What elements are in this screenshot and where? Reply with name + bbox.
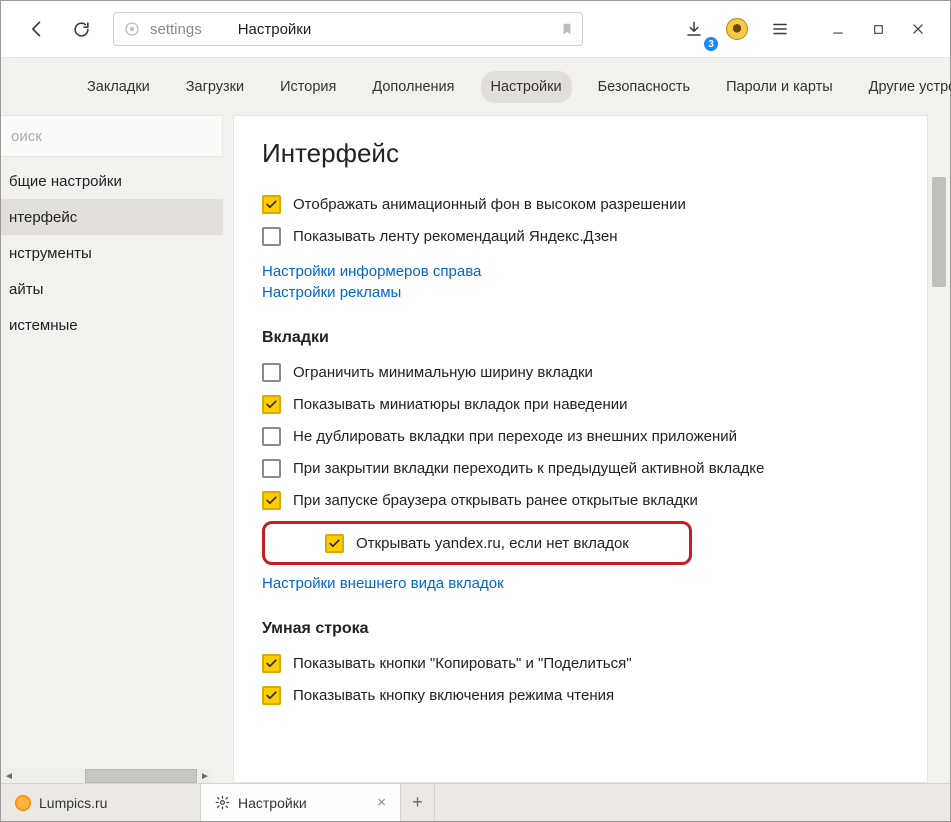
sidebar-item-1[interactable]: нтерфейс — [1, 199, 223, 235]
checkbox[interactable] — [262, 195, 281, 214]
option-row: Ограничить минимальную ширину вкладки — [262, 357, 899, 387]
sidebar-h-scrollbar[interactable]: ◄ ► — [1, 769, 213, 783]
option-row: Показывать миниатюры вкладок при наведен… — [262, 389, 899, 419]
sidebar-item-0[interactable]: бщие настройки — [1, 163, 223, 199]
tabs-section-heading: Вкладки — [262, 329, 899, 347]
option-label: Ограничить минимальную ширину вкладки — [293, 364, 593, 381]
tab-label: Lumpics.ru — [39, 795, 107, 811]
settings-panel-wrap: Интерфейс Отображать анимационный фон в … — [223, 115, 950, 783]
checkbox[interactable] — [262, 427, 281, 446]
favicon-icon — [15, 795, 31, 811]
yandex-icon — [124, 21, 140, 37]
option-row: Показывать ленту рекомендаций Яндекс.Дзе… — [262, 221, 899, 251]
checkbox[interactable] — [262, 654, 281, 673]
checkbox[interactable] — [262, 686, 281, 705]
tab-label: Настройки — [238, 795, 307, 811]
panel-heading: Интерфейс — [262, 138, 899, 169]
checkbox[interactable] — [262, 395, 281, 414]
window-close[interactable] — [898, 11, 938, 47]
downloads-badge: 3 — [704, 37, 718, 51]
new-tab-button[interactable]: + — [401, 784, 435, 821]
window-maximize[interactable] — [858, 11, 898, 47]
sidebar-item-4[interactable]: истемные — [1, 307, 223, 343]
nav-0[interactable]: Закладки — [77, 71, 160, 103]
informers-link[interactable]: Настройки информеров справа — [262, 263, 899, 280]
nav-4[interactable]: Настройки — [481, 71, 572, 103]
option-label: Показывать ленту рекомендаций Яндекс.Дзе… — [293, 228, 618, 245]
nav-3[interactable]: Дополнения — [362, 71, 464, 103]
option-row: Отображать анимационный фон в высоком ра… — [262, 189, 899, 219]
option-label: Не дублировать вкладки при переходе из в… — [293, 428, 737, 445]
checkbox[interactable] — [262, 227, 281, 246]
scroll-left-icon[interactable]: ◄ — [1, 769, 17, 783]
checkbox[interactable] — [262, 459, 281, 478]
checkbox[interactable] — [325, 534, 344, 553]
nav-1[interactable]: Загрузки — [176, 71, 254, 103]
option-label: Показывать кнопки "Копировать" и "Подели… — [293, 655, 632, 672]
option-label: При запуске браузера открывать ранее отк… — [293, 492, 698, 509]
option-label: Показывать кнопку включения режима чтени… — [293, 687, 614, 704]
browser-tab-0[interactable]: Lumpics.ru — [1, 784, 201, 821]
nav-2[interactable]: История — [270, 71, 346, 103]
toolbar: settings Настройки 3 — [1, 1, 950, 57]
settings-sidebar: оиск бщие настройкинтерфейснструментыайт… — [1, 115, 223, 783]
nav-5[interactable]: Безопасность — [588, 71, 701, 103]
browser-window: settings Настройки 3 Закладки Загрузки — [0, 0, 951, 822]
reload-button[interactable] — [63, 11, 99, 47]
sidebar-search-placeholder: оиск — [11, 128, 42, 145]
browser-tab-1[interactable]: Настройки × — [201, 784, 401, 821]
option-label: Отображать анимационный фон в высоком ра… — [293, 196, 686, 213]
window-minimize[interactable] — [818, 11, 858, 47]
profile-avatar[interactable] — [726, 18, 748, 40]
menu-button[interactable] — [762, 11, 798, 47]
smartline-section-heading: Умная строка — [262, 620, 899, 638]
panel-v-scrollbar[interactable] — [932, 117, 946, 781]
option-label: Показывать миниатюры вкладок при наведен… — [293, 396, 628, 413]
ads-link[interactable]: Настройки рекламы — [262, 284, 899, 301]
nav-7[interactable]: Другие устройства — [859, 71, 951, 103]
tabs-appearance-link[interactable]: Настройки внешнего вида вкладок — [262, 575, 899, 592]
sidebar-search[interactable]: оиск — [1, 115, 223, 157]
settings-nav: Закладки Загрузки История Дополнения Настрой… — [1, 57, 950, 115]
downloads-button[interactable]: 3 — [676, 11, 712, 47]
highlighted-option: Открывать yandex.ru, если нет вкладок — [262, 521, 692, 565]
settings-panel: Интерфейс Отображать анимационный фон в … — [233, 115, 928, 783]
option-label: Открывать yandex.ru, если нет вкладок — [356, 535, 629, 552]
close-icon[interactable]: × — [377, 794, 386, 811]
checkbox[interactable] — [262, 363, 281, 382]
option-row: При закрытии вкладки переходить к предыд… — [262, 453, 899, 483]
nav-6[interactable]: Пароли и карты — [716, 71, 843, 103]
omnibox[interactable]: settings Настройки — [113, 12, 583, 46]
option-label: При закрытии вкладки переходить к предыд… — [293, 460, 764, 477]
option-row: Не дублировать вкладки при переходе из в… — [262, 421, 899, 451]
bookmark-icon[interactable] — [560, 21, 574, 37]
sidebar-item-2[interactable]: нструменты — [1, 235, 223, 271]
sidebar-item-3[interactable]: айты — [1, 271, 223, 307]
toolbar-right: 3 — [676, 11, 938, 47]
omnibox-path: settings — [150, 21, 202, 38]
checkbox[interactable] — [262, 491, 281, 510]
back-button[interactable] — [19, 11, 55, 47]
option-row: Показывать кнопки "Копировать" и "Подели… — [262, 648, 899, 678]
omnibox-title: Настройки — [238, 21, 312, 38]
settings-body: оиск бщие настройкинтерфейснструментыайт… — [1, 115, 950, 783]
browser-tabstrip: Lumpics.ru Настройки × + — [1, 783, 950, 821]
gear-icon — [215, 795, 230, 810]
option-row: Показывать кнопку включения режима чтени… — [262, 680, 899, 710]
option-row: При запуске браузера открывать ранее отк… — [262, 485, 899, 515]
scroll-right-icon[interactable]: ► — [197, 769, 213, 783]
